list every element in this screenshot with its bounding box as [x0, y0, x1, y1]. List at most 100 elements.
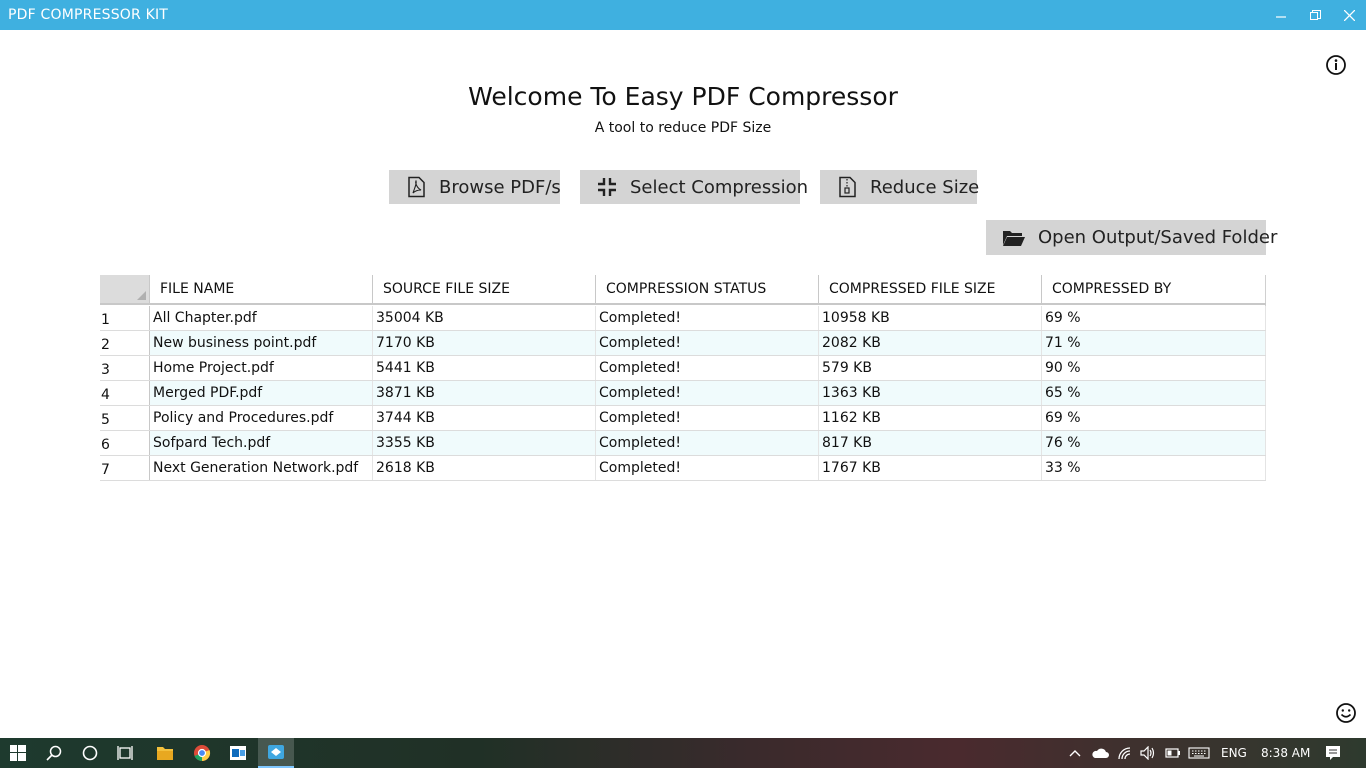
row-header[interactable]: 4 [100, 381, 150, 405]
action-center-button[interactable] [1318, 738, 1348, 768]
cloud-icon [1092, 748, 1109, 758]
wifi-icon [1118, 747, 1131, 760]
touch-keyboard-button[interactable] [1184, 738, 1214, 768]
table-row[interactable]: 3 Home Project.pdf 5441 KB Completed! 579 KB… [100, 356, 1266, 381]
column-header-source-size[interactable]: SOURCE FILE SIZE [373, 275, 596, 303]
table-row[interactable]: 6 Sofpard Tech.pdf 3355 KB Completed! 817 KB… [100, 431, 1266, 456]
restore-button[interactable] [1298, 0, 1332, 30]
language-indicator[interactable]: ENG [1221, 746, 1247, 760]
cell-status[interactable]: Completed! [596, 456, 819, 480]
app-title: PDF COMPRESSOR KIT [8, 7, 169, 23]
cell-status[interactable]: Completed! [596, 431, 819, 455]
table-row[interactable]: 5 Policy and Procedures.pdf 3744 KB Complet… [100, 406, 1266, 431]
cell-status[interactable]: Completed! [596, 306, 819, 330]
cell-source-size[interactable]: 3355 KB [373, 431, 596, 455]
page-title: Welcome To Easy PDF Compressor [468, 82, 898, 111]
cell-file-name[interactable]: Merged PDF.pdf [150, 381, 373, 405]
chrome-button[interactable] [184, 738, 220, 768]
close-icon [1343, 9, 1355, 21]
task-view-icon [117, 746, 133, 760]
column-header-file-name[interactable]: FILE NAME [150, 275, 373, 303]
table-header: FILE NAME SOURCE FILE SIZE COMPRESSION S… [100, 275, 1266, 305]
table-row[interactable]: 7 Next Generation Network.pdf 2618 KB Compl… [100, 456, 1266, 481]
cell-status[interactable]: Completed! [596, 381, 819, 405]
column-header-compressed-by[interactable]: COMPRESSED BY [1042, 275, 1266, 303]
start-button[interactable] [0, 738, 36, 768]
cell-source-size[interactable]: 3744 KB [373, 406, 596, 430]
row-header[interactable]: 5 [100, 406, 150, 430]
select-compression-button[interactable]: Select Compression [580, 170, 808, 204]
cell-compressed-size[interactable]: 1767 KB [819, 456, 1042, 480]
row-header[interactable]: 3 [100, 356, 150, 380]
close-button[interactable] [1332, 0, 1366, 30]
info-button[interactable] [1325, 54, 1347, 76]
cell-compressed-size[interactable]: 1363 KB [819, 381, 1042, 405]
browse-pdfs-button[interactable]: Browse PDF/s [389, 170, 561, 204]
cell-status[interactable]: Completed! [596, 406, 819, 430]
folder-open-icon [1003, 230, 1025, 246]
cell-source-size[interactable]: 5441 KB [373, 356, 596, 380]
cell-file-name[interactable]: Sofpard Tech.pdf [150, 431, 373, 455]
table-row[interactable]: 2 New business point.pdf 7170 KB Completed!… [100, 331, 1266, 356]
cell-status[interactable]: Completed! [596, 331, 819, 355]
browse-pdfs-label: Browse PDF/s [439, 176, 561, 198]
outlook-button[interactable] [220, 738, 256, 768]
cell-compressed-size[interactable]: 10958 KB [819, 306, 1042, 330]
keyboard-icon [1188, 747, 1210, 759]
minimize-icon [1276, 16, 1286, 18]
cell-source-size[interactable]: 2618 KB [373, 456, 596, 480]
cell-status[interactable]: Completed! [596, 356, 819, 380]
row-header[interactable]: 2 [100, 331, 150, 355]
table-row[interactable]: 4 Merged PDF.pdf 3871 KB Completed! 1363 KB 6… [100, 381, 1266, 406]
row-header[interactable]: 6 [100, 431, 150, 455]
cell-source-size[interactable]: 7170 KB [373, 331, 596, 355]
cell-compressed-by[interactable]: 71 % [1042, 331, 1266, 355]
cortana-button[interactable] [72, 738, 108, 768]
files-table[interactable]: FILE NAME SOURCE FILE SIZE COMPRESSION S… [100, 275, 1266, 481]
compress-icon [598, 178, 616, 196]
column-header-compressed-size[interactable]: COMPRESSED FILE SIZE [819, 275, 1042, 303]
cell-compressed-by[interactable]: 90 % [1042, 356, 1266, 380]
row-header[interactable]: 7 [100, 456, 150, 480]
cell-compressed-by[interactable]: 69 % [1042, 306, 1266, 330]
cell-compressed-by[interactable]: 76 % [1042, 431, 1266, 455]
restore-icon [1309, 9, 1321, 20]
task-view-button[interactable] [108, 738, 144, 768]
cell-compressed-size[interactable]: 1162 KB [819, 406, 1042, 430]
cell-source-size[interactable]: 3871 KB [373, 381, 596, 405]
minimize-button[interactable] [1264, 0, 1298, 30]
select-all-corner[interactable] [100, 275, 150, 303]
info-icon [1326, 55, 1346, 75]
speaker-icon [1140, 746, 1155, 760]
clock[interactable]: 8:38 AM [1261, 746, 1310, 760]
page-subtitle: A tool to reduce PDF Size [594, 120, 772, 136]
cell-file-name[interactable]: Home Project.pdf [150, 356, 373, 380]
feedback-button[interactable] [1335, 702, 1357, 724]
outlook-icon [230, 746, 246, 760]
title-bar: PDF COMPRESSOR KIT [0, 0, 1366, 30]
cell-compressed-by[interactable]: 69 % [1042, 406, 1266, 430]
battery-icon [1165, 748, 1180, 758]
cell-file-name[interactable]: Next Generation Network.pdf [150, 456, 373, 480]
cell-compressed-by[interactable]: 65 % [1042, 381, 1266, 405]
open-output-folder-label: Open Output/Saved Folder [1038, 227, 1278, 248]
cell-file-name[interactable]: Policy and Procedures.pdf [150, 406, 373, 430]
cell-file-name[interactable]: All Chapter.pdf [150, 306, 373, 330]
search-button[interactable] [36, 738, 72, 768]
cell-compressed-size[interactable]: 2082 KB [819, 331, 1042, 355]
cell-compressed-by[interactable]: 33 % [1042, 456, 1266, 480]
table-row[interactable]: 1 All Chapter.pdf 35004 KB Completed! 10958 … [100, 306, 1266, 331]
cell-compressed-size[interactable]: 817 KB [819, 431, 1042, 455]
cell-file-name[interactable]: New business point.pdf [150, 331, 373, 355]
cell-compressed-size[interactable]: 579 KB [819, 356, 1042, 380]
open-output-folder-button[interactable]: Open Output/Saved Folder [986, 220, 1277, 255]
row-header[interactable]: 1 [100, 306, 150, 330]
select-compression-label: Select Compression [630, 176, 809, 198]
pdf-compressor-taskbar-button[interactable] [258, 738, 294, 768]
cell-source-size[interactable]: 35004 KB [373, 306, 596, 330]
smiley-icon [1336, 703, 1356, 723]
column-header-status[interactable]: COMPRESSION STATUS [596, 275, 819, 303]
file-explorer-button[interactable] [147, 738, 183, 768]
pdf-compressor-app-icon [268, 745, 284, 759]
reduce-size-button[interactable]: Reduce Size [820, 170, 979, 204]
